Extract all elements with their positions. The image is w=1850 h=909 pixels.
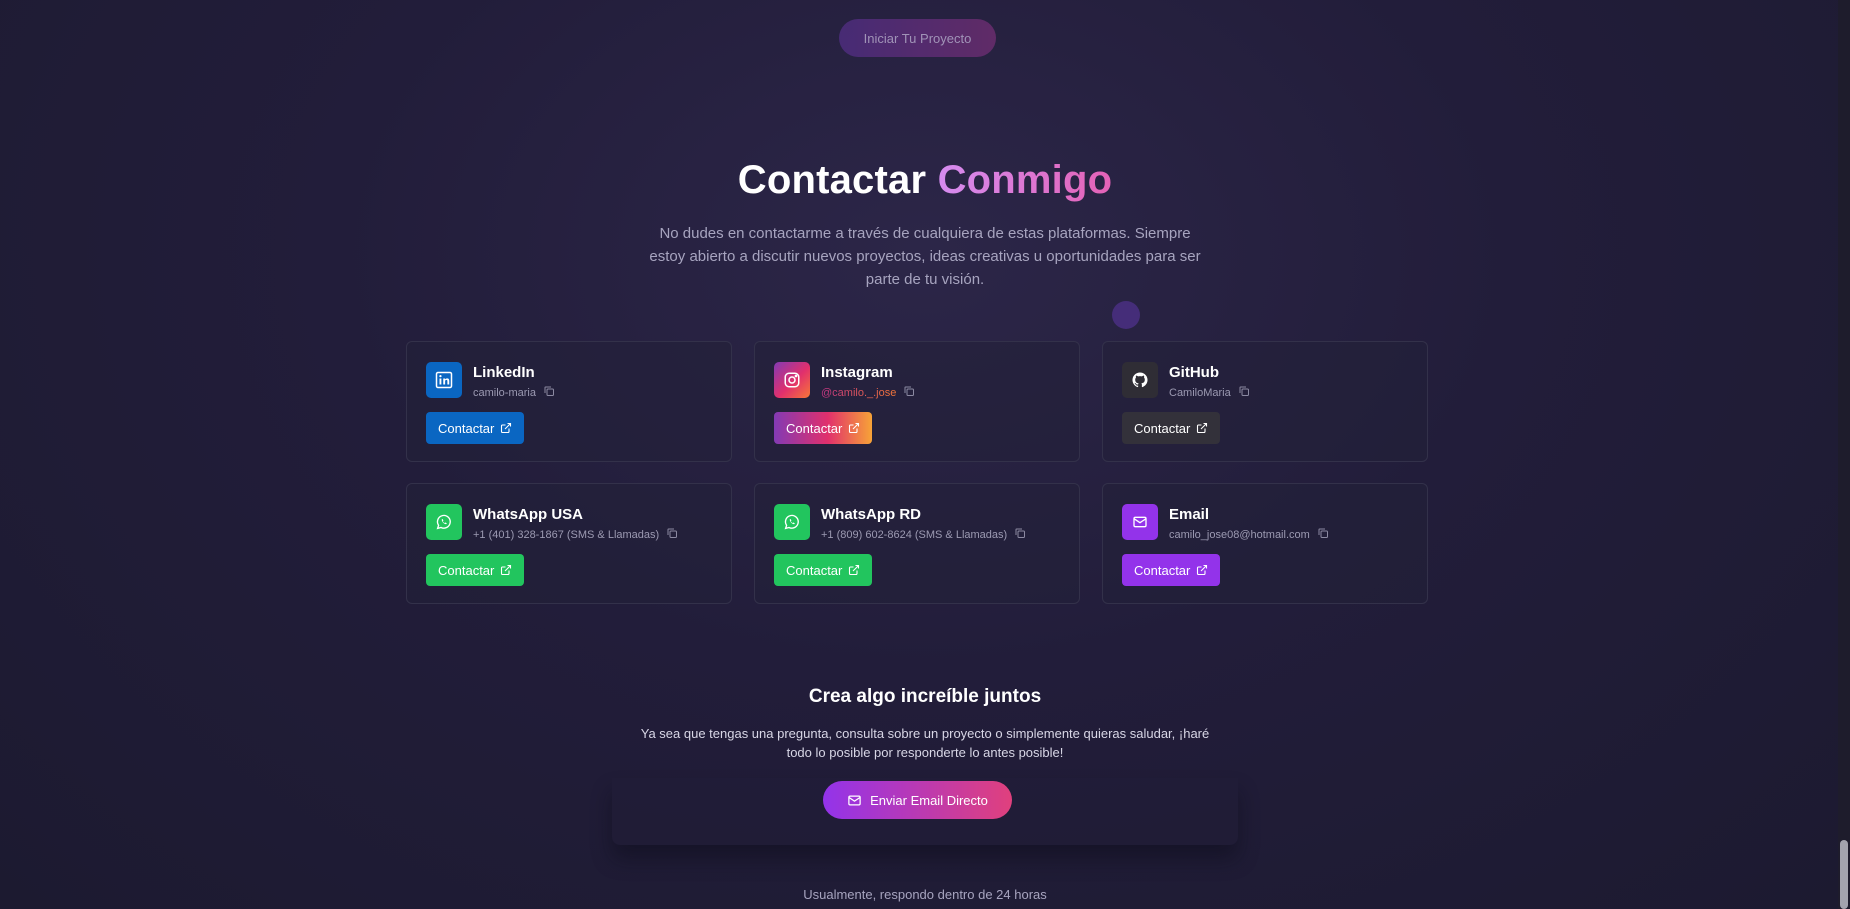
whatsapp-icon — [426, 504, 462, 540]
start-project-button[interactable]: Iniciar Tu Proyecto — [839, 19, 996, 57]
copy-icon[interactable] — [666, 527, 678, 542]
card-handle: camilo_jose08@hotmail.com — [1169, 527, 1329, 542]
card-name: WhatsApp USA — [473, 506, 583, 523]
contact-intro: No dudes en contactarme a través de cual… — [649, 225, 1201, 288]
contact-title-main: Contactar — [737, 158, 927, 202]
card-name: Email — [1169, 506, 1210, 523]
linkedin-icon — [426, 362, 462, 398]
contact-button-label: Contactar — [786, 420, 843, 436]
contact-card-linkedin: LinkedIn camilo-maria Contactar — [406, 341, 732, 462]
copy-icon[interactable] — [903, 385, 915, 400]
contact-button-label: Contactar — [1134, 420, 1191, 436]
linkedin-contact-button[interactable]: Contactar — [426, 412, 525, 444]
instagram-contact-button[interactable]: Contactar — [774, 412, 873, 444]
send-email-label: Enviar Email Directo — [870, 792, 988, 808]
contact-button-label: Contactar — [1134, 562, 1191, 578]
send-email-button[interactable]: Enviar Email Directo — [823, 781, 1012, 819]
card-handle-text: camilo-maria — [473, 386, 536, 399]
response-time-note: Usualmente, respondo dentro de 24 horas — [803, 887, 1047, 902]
scrollbar-thumb[interactable] — [1840, 840, 1848, 909]
copy-icon[interactable] — [1014, 527, 1026, 542]
external-link-icon — [1196, 564, 1208, 576]
card-name: WhatsApp RD — [821, 506, 921, 523]
card-handle-text: camilo_jose08@hotmail.com — [1169, 528, 1310, 541]
contact-card-instagram: Instagram @camilo._.jose Contactar — [754, 341, 1080, 462]
card-handle: camilo-maria — [473, 385, 555, 400]
contact-button-label: Contactar — [786, 562, 843, 578]
contact-card-whatsapp-usa: WhatsApp USA +1 (401) 328-1867 (SMS & Ll… — [406, 483, 732, 604]
copy-icon[interactable] — [543, 385, 555, 400]
contact-card-github: GitHub CamiloMaria Contactar — [1102, 341, 1428, 462]
external-link-icon — [1196, 422, 1208, 434]
copy-icon[interactable] — [1317, 527, 1329, 542]
whatsapp-usa-contact-button[interactable]: Contactar — [426, 554, 525, 586]
card-handle: +1 (809) 602-8624 (SMS & Llamadas) — [821, 527, 1026, 542]
contact-title-accent: Conmigo — [937, 158, 1113, 202]
mail-icon — [1122, 504, 1158, 540]
card-handle: +1 (401) 328-1867 (SMS & Llamadas) — [473, 527, 678, 542]
external-link-icon — [848, 422, 860, 434]
whatsapp-rd-contact-button[interactable]: Contactar — [774, 554, 873, 586]
whatsapp-icon — [774, 504, 810, 540]
collab-title: Crea algo increíble juntos — [808, 686, 1042, 707]
card-handle-text: @camilo._.jose — [821, 386, 897, 399]
card-name: GitHub — [1169, 364, 1219, 381]
contact-title: Contactar Conmigo — [0, 158, 1850, 203]
card-handle: @camilo._.jose — [821, 385, 915, 400]
external-link-icon — [848, 564, 860, 576]
card-handle-text: +1 (809) 602-8624 (SMS & Llamadas) — [821, 528, 1008, 541]
scrollbar[interactable] — [1838, 0, 1850, 909]
card-name: LinkedIn — [473, 364, 535, 381]
card-handle-text: CamiloMaria — [1169, 386, 1231, 399]
contact-card-email: Email camilo_jose08@hotmail.com Contacta… — [1102, 483, 1428, 604]
card-name: Instagram — [821, 364, 893, 381]
mail-icon — [847, 793, 862, 808]
email-contact-button[interactable]: Contactar — [1122, 554, 1221, 586]
instagram-icon — [774, 362, 810, 398]
contact-button-label: Contactar — [438, 562, 495, 578]
contact-button-label: Contactar — [438, 420, 495, 436]
card-handle-text: +1 (401) 328-1867 (SMS & Llamadas) — [473, 528, 660, 541]
github-icon — [1122, 362, 1158, 398]
external-link-icon — [500, 564, 512, 576]
external-link-icon — [500, 422, 512, 434]
collab-text: Ya sea que tengas una pregunta, consulta… — [640, 726, 1210, 760]
github-contact-button[interactable]: Contactar — [1122, 412, 1221, 444]
card-handle: CamiloMaria — [1169, 385, 1250, 400]
copy-icon[interactable] — [1238, 385, 1250, 400]
decorative-orb — [1112, 301, 1140, 329]
contact-card-whatsapp-rd: WhatsApp RD +1 (809) 602-8624 (SMS & Lla… — [754, 483, 1080, 604]
